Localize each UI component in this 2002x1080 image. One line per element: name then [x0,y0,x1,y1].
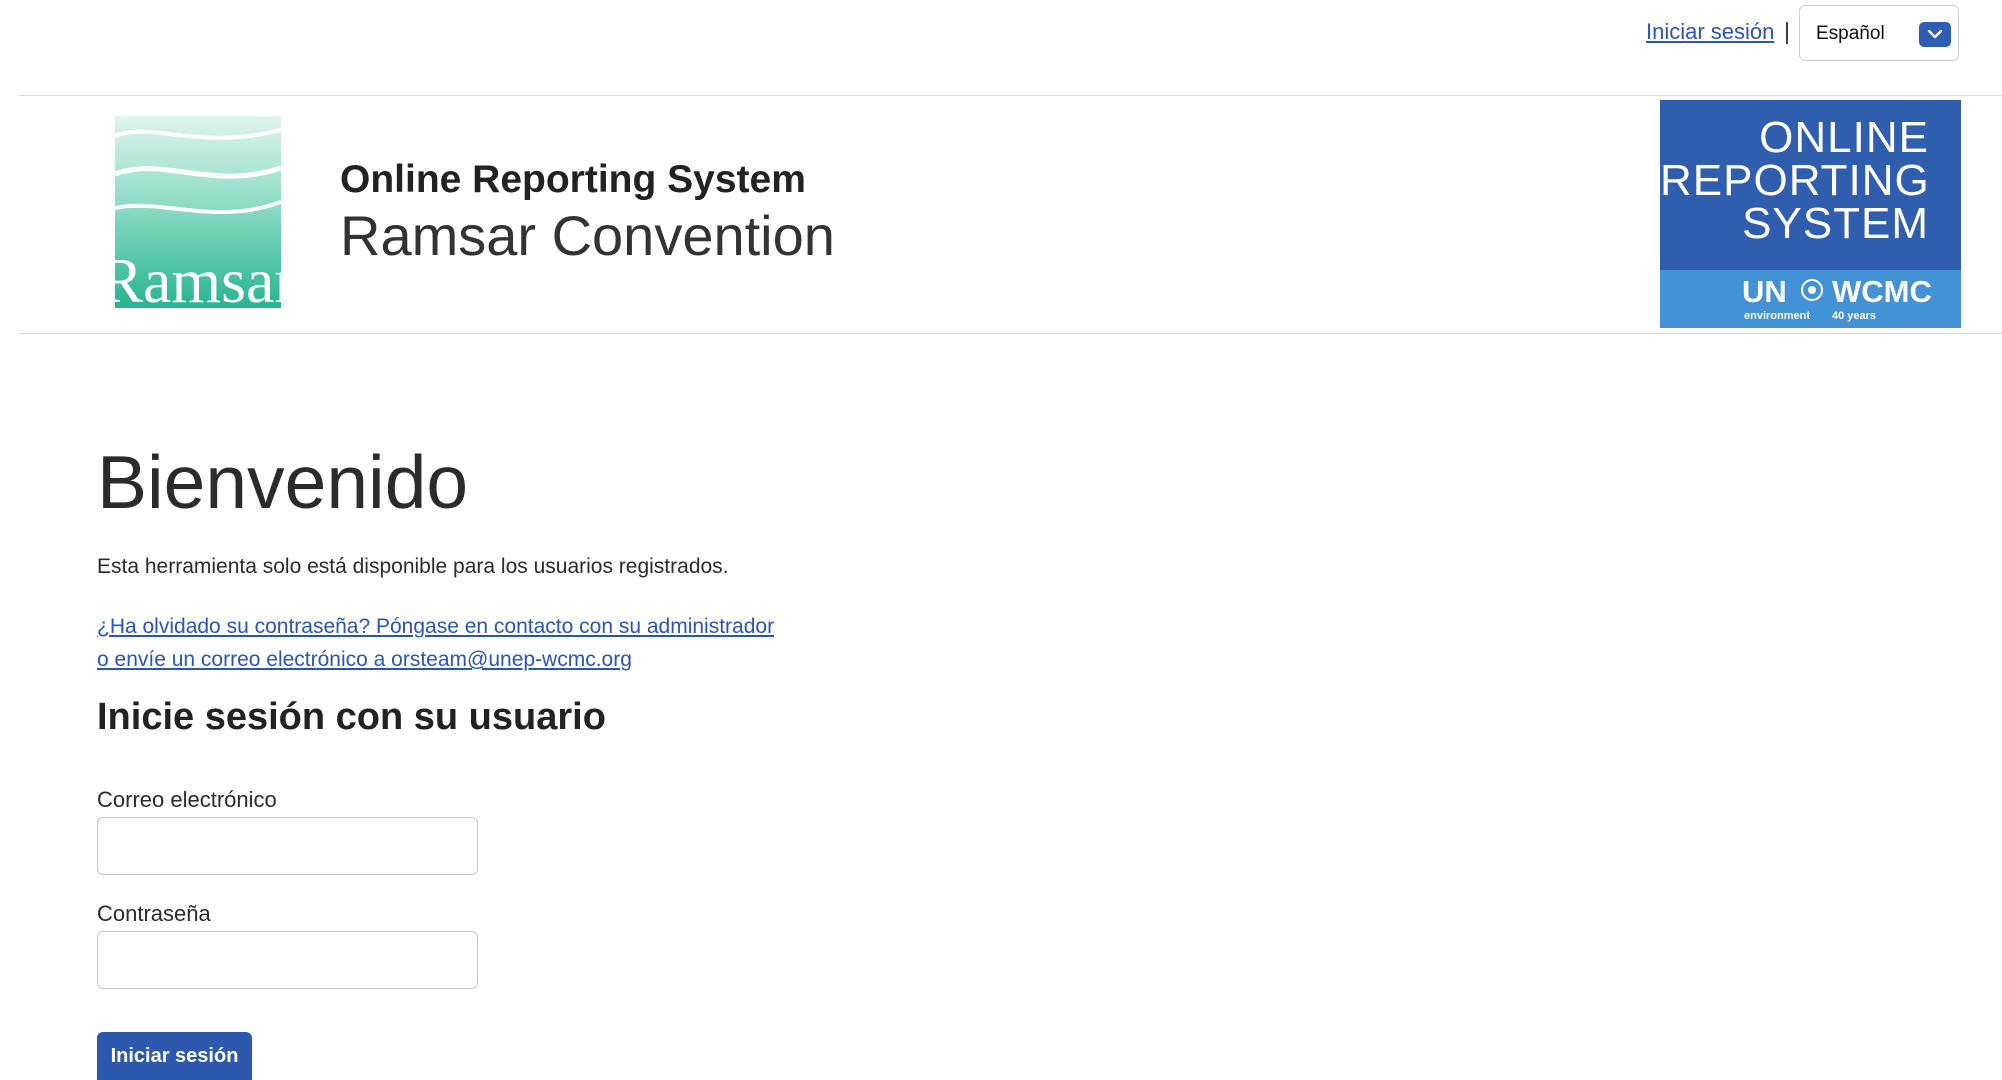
intro-text: Esta herramienta solo está disponible pa… [97,555,729,578]
login-heading: Inicie sesión con su usuario [97,696,606,738]
unep-wcmc-strip: UN environment WCMC 40 years [1660,270,1961,328]
header-divider-bottom [19,333,2002,334]
un-emblem-icon [1800,278,1824,307]
system-name: Online Reporting System [340,158,806,201]
chevron-down-icon[interactable] [1919,22,1951,47]
wcmc-years-label: 40 years [1832,310,1877,322]
email-field[interactable] [97,817,478,875]
ors-unep-wcmc-badge: ONLINE REPORTING SYSTEM UN environment W… [1660,100,1961,328]
un-logo-text: UN [1742,274,1787,309]
header-divider-top [19,95,2002,96]
language-select[interactable]: Español [1799,5,1959,61]
email-label: Correo electrónico [97,787,277,812]
ramsar-logo-text: Ramsar [115,245,281,308]
top-login-link[interactable]: Iniciar sesión [1646,19,1774,45]
ors-badge-title: ONLINE REPORTING SYSTEM [1660,100,1961,270]
password-label: Contraseña [97,901,211,926]
site-title: Online Reporting System Ramsar Conventio… [340,157,835,269]
page-title: Bienvenido [97,440,469,524]
convention-name: Ramsar Convention [340,204,835,267]
wcmc-logo-text: WCMC [1832,274,1932,309]
un-environment-label: environment [1744,310,1811,322]
separator: | [1784,18,1790,44]
forgot-password-link[interactable]: ¿Ha olvidado su contraseña? Póngase en c… [97,610,857,676]
top-bar: Iniciar sesión | Español [0,0,2002,96]
language-selected-value: Español [1816,23,1885,44]
password-field[interactable] [97,931,478,989]
login-submit-button[interactable]: Iniciar sesión [97,1032,252,1080]
ramsar-logo: Ramsar [100,116,296,316]
